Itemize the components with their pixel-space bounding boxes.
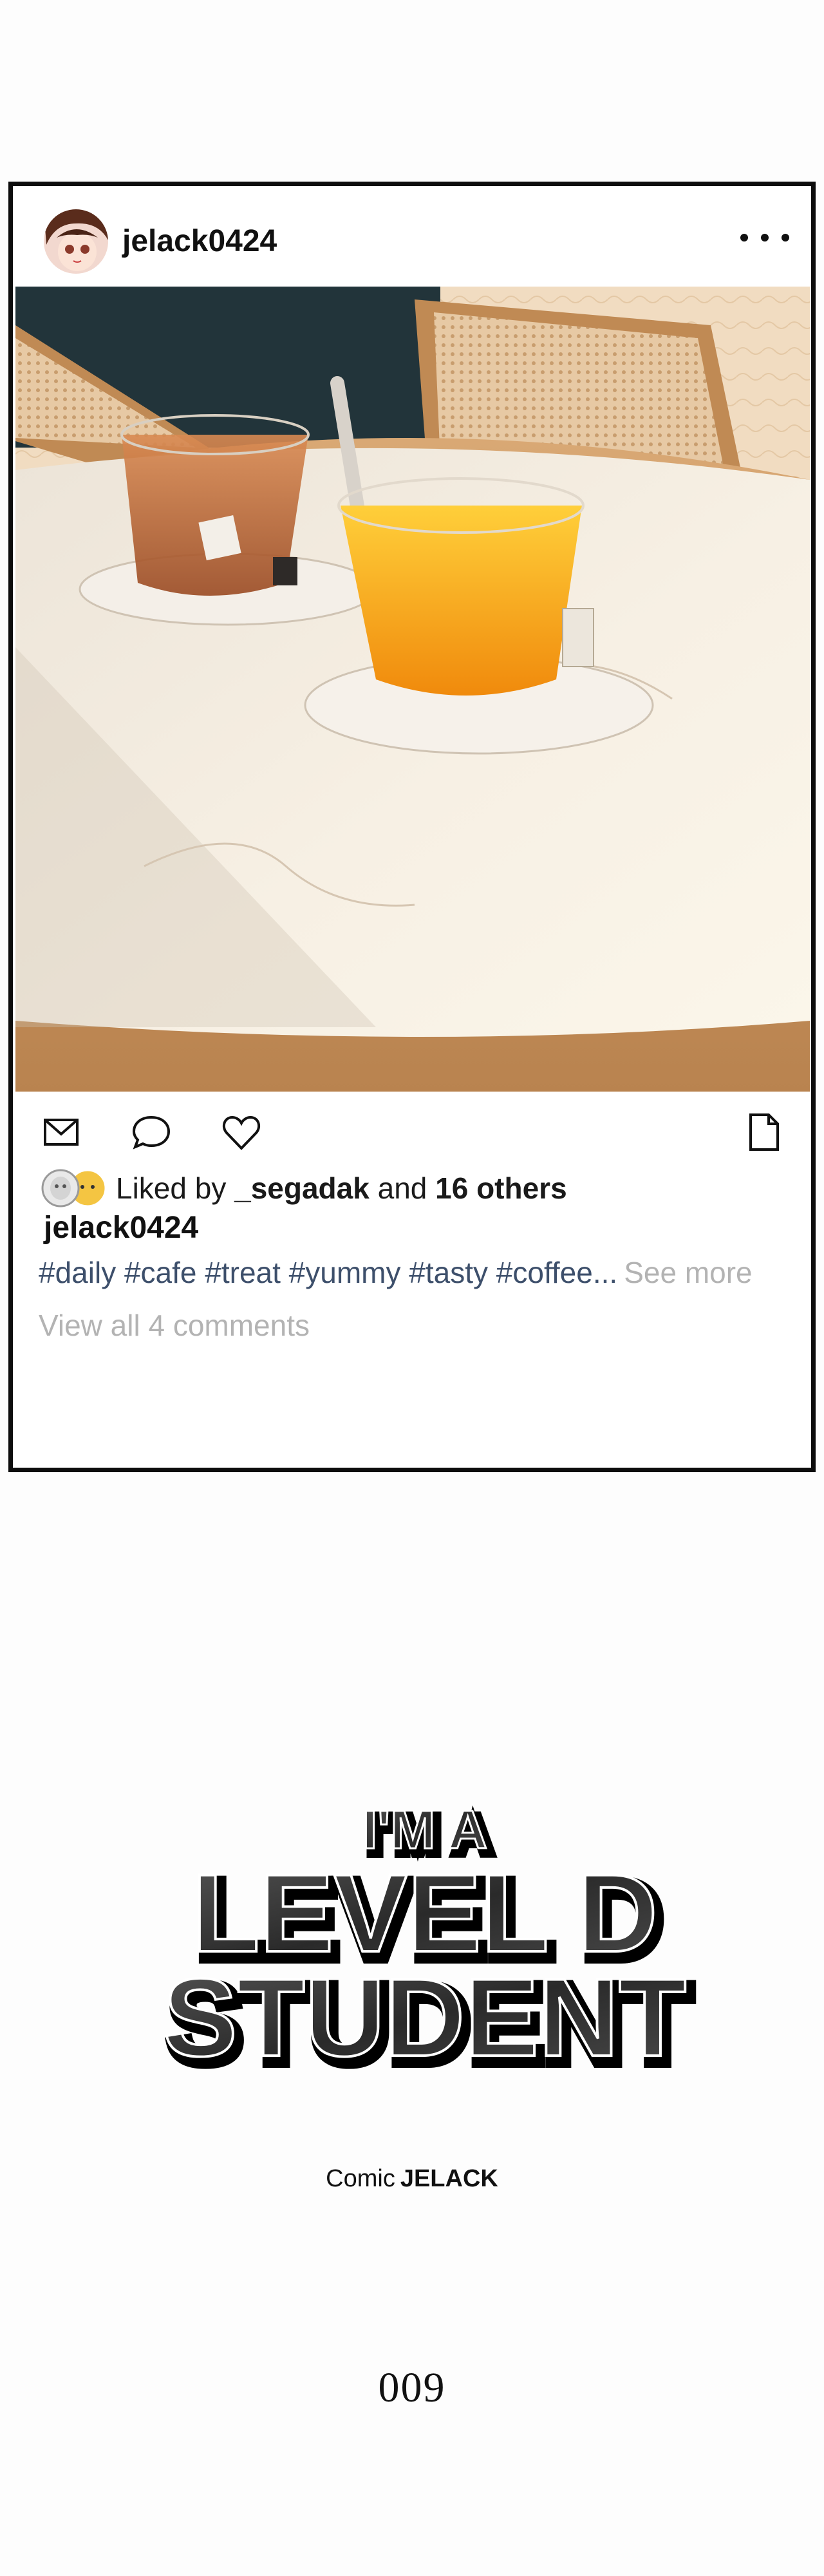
- likes-row: Liked by _segadak and 16 others: [41, 1168, 567, 1208]
- see-more-link[interactable]: See more: [624, 1256, 752, 1289]
- credit-prefix: Comic: [326, 2165, 395, 2192]
- post-image[interactable]: [15, 287, 810, 1092]
- liker-avatars: [41, 1169, 108, 1208]
- liker-avatar[interactable]: [41, 1169, 80, 1208]
- likes-prefix: Liked by: [116, 1171, 227, 1205]
- hashtags[interactable]: #daily #cafe #treat #yummy #tasty #coffe…: [39, 1256, 617, 1289]
- post-username[interactable]: jelack0424: [122, 223, 277, 259]
- dot-icon: [740, 234, 748, 242]
- caption-username[interactable]: jelack0424: [44, 1210, 198, 1245]
- comic-credit: Comic JELACK: [0, 2165, 824, 2193]
- dot-icon: [761, 234, 769, 242]
- social-post-card: jelack0424 Liked by _segadak and 16 othe…: [8, 182, 816, 1472]
- bookmark-icon[interactable]: [740, 1110, 785, 1155]
- dot-icon: [782, 234, 789, 242]
- series-title-logo: I'M A I'M A LEVEL D LEVEL D STUDENT STUD…: [90, 1797, 760, 2092]
- comment-icon[interactable]: [129, 1110, 174, 1155]
- mail-icon[interactable]: [39, 1110, 84, 1155]
- likes-text: Liked by _segadak and 16 others: [116, 1171, 567, 1206]
- title-line1: I'M A: [362, 1799, 487, 1860]
- chapter-number: 009: [378, 2364, 446, 2411]
- view-comments-link[interactable]: View all 4 comments: [39, 1308, 310, 1343]
- caption-hashtags-row: #daily #cafe #treat #yummy #tasty #coffe…: [39, 1255, 753, 1290]
- likes-joiner: and: [377, 1171, 427, 1205]
- liker-username[interactable]: _segadak: [234, 1171, 370, 1205]
- likes-others-count[interactable]: 16 others: [435, 1171, 567, 1205]
- credit-author: JELACK: [400, 2165, 498, 2192]
- more-options-button[interactable]: [740, 225, 789, 251]
- post-header: jelack0424: [13, 186, 811, 287]
- title-line3: STUDENT: [164, 1956, 686, 2079]
- user-avatar[interactable]: [44, 209, 108, 274]
- post-actions: [13, 1110, 811, 1161]
- heart-icon[interactable]: [219, 1110, 264, 1155]
